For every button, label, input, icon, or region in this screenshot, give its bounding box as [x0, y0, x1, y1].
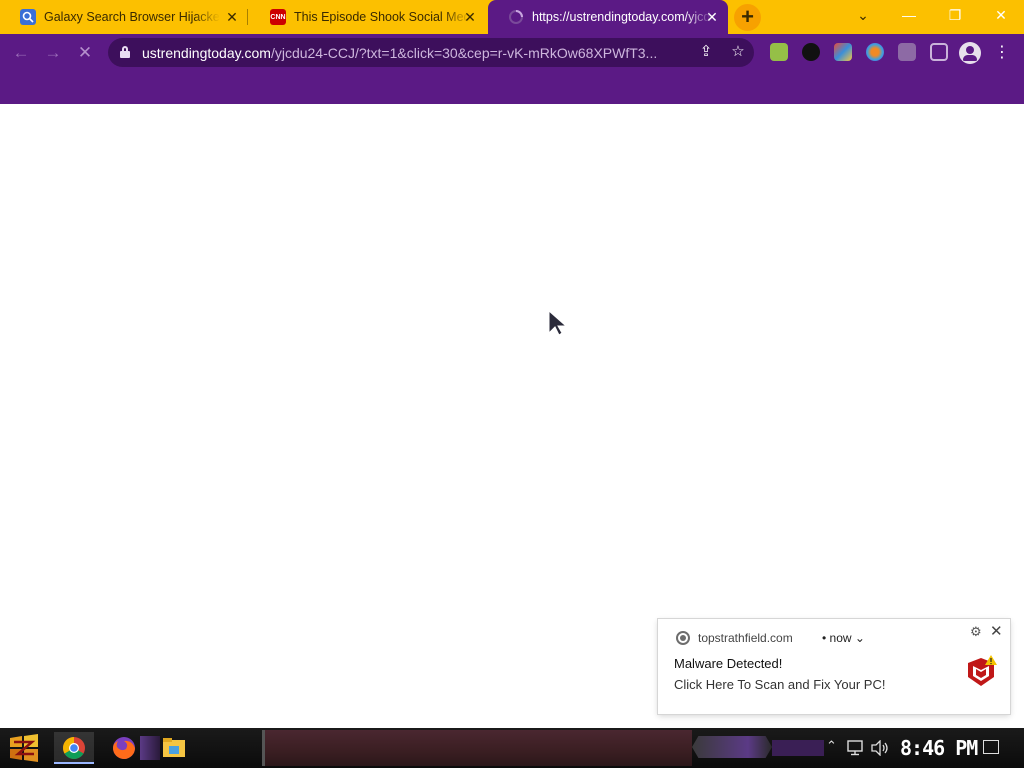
- shopping-bag-extension-icon[interactable]: [770, 43, 788, 61]
- firefox-icon: [113, 737, 135, 759]
- taskbar-decoration: [692, 736, 772, 758]
- mouse-pointer-icon: [548, 310, 568, 336]
- dark-circle-extension-icon[interactable]: [802, 43, 820, 61]
- url-text[interactable]: ustrendingtoday.com/yjcdu24-CCJ/?txt=1&c…: [142, 45, 692, 61]
- volume-icon[interactable]: [870, 740, 890, 756]
- taskbar: ⌃ 8:46 PM: [0, 728, 1024, 768]
- new-tab-button[interactable]: +: [734, 4, 761, 31]
- magnifier-favicon-icon: [20, 9, 36, 25]
- show-hidden-icons-chevron-icon[interactable]: ⌃: [826, 738, 837, 754]
- stop-loading-icon[interactable]: ✕: [72, 40, 98, 66]
- restore-icon[interactable]: ❐: [932, 0, 978, 30]
- notification-headline: Malware Detected!: [674, 656, 783, 671]
- chrome-icon: [63, 737, 85, 759]
- bookmarks-bar: [0, 72, 1024, 104]
- gear-icon[interactable]: ⚙: [970, 624, 982, 640]
- action-center-icon[interactable]: [983, 740, 999, 754]
- loading-spinner-icon: [508, 9, 524, 25]
- side-panel-icon[interactable]: [930, 43, 948, 61]
- colorful-extension-icon[interactable]: [834, 43, 852, 61]
- taskbar-firefox[interactable]: [104, 732, 144, 764]
- tab-active[interactable]: https://ustrendingtoday.com/yjcdu24-CCJ …: [488, 0, 728, 34]
- lock-icon: [120, 46, 130, 58]
- close-tab-icon[interactable]: ✕: [462, 9, 478, 25]
- back-arrow-icon[interactable]: ←: [8, 40, 34, 66]
- notification-body[interactable]: Click Here To Scan and Fix Your PC!: [674, 677, 885, 692]
- close-tab-icon[interactable]: ✕: [224, 9, 240, 25]
- tab-galaxy-search[interactable]: Galaxy Search Browser Hijacker ✕: [0, 0, 248, 34]
- close-icon[interactable]: ✕: [990, 622, 1003, 640]
- tab-title: Galaxy Search Browser Hijacker: [44, 10, 220, 24]
- address-bar[interactable]: ustrendingtoday.com/yjcdu24-CCJ/?txt=1&c…: [108, 38, 754, 67]
- tab-cnn[interactable]: CNN This Episode Shook Social Media ✕: [250, 0, 486, 34]
- taskbar-decoration: [772, 740, 824, 756]
- notification-time: • now ⌄: [822, 631, 865, 645]
- taskbar-clock[interactable]: 8:46 PM: [900, 736, 978, 760]
- profile-avatar-icon[interactable]: [959, 42, 981, 64]
- network-icon[interactable]: [846, 740, 864, 756]
- tab-title: This Episode Shook Social Media: [294, 10, 470, 24]
- taskbar-open-space: [262, 730, 692, 766]
- browser-toolbar: ← → ✕ ustrendingtoday.com/yjcdu24-CCJ/?t…: [0, 34, 1024, 72]
- forward-arrow-icon[interactable]: →: [40, 40, 66, 66]
- close-tab-icon[interactable]: ✕: [704, 9, 720, 25]
- share-icon[interactable]: ⇪: [696, 42, 716, 62]
- notification-source: topstrathfield.com: [698, 631, 793, 645]
- mcafee-shield-icon: [968, 655, 997, 686]
- tab-search-chevron-icon[interactable]: ⌄: [840, 0, 886, 30]
- tab-strip: Galaxy Search Browser Hijacker ✕ CNN Thi…: [0, 0, 1024, 34]
- puzzle-extensions-icon[interactable]: [898, 43, 916, 61]
- cnn-favicon-icon: CNN: [270, 9, 286, 25]
- globe-extension-icon[interactable]: [866, 43, 884, 61]
- file-explorer-icon: [163, 738, 185, 757]
- bookmark-star-icon[interactable]: ☆: [728, 42, 748, 62]
- kebab-menu-icon[interactable]: ⋮: [992, 42, 1012, 64]
- taskbar-chrome[interactable]: [54, 732, 94, 764]
- close-window-icon[interactable]: ✕: [978, 0, 1024, 30]
- minimize-icon[interactable]: —: [886, 0, 932, 30]
- start-button-icon[interactable]: [8, 734, 40, 762]
- chevron-down-icon[interactable]: ⌄: [855, 631, 865, 645]
- taskbar-file-explorer[interactable]: [154, 732, 194, 764]
- malware-notification[interactable]: topstrathfield.com • now ⌄ ⚙ ✕ Malware D…: [658, 619, 1010, 714]
- chrome-icon: [676, 631, 690, 645]
- tab-title: https://ustrendingtoday.com/yjcdu24-CCJ: [532, 10, 712, 24]
